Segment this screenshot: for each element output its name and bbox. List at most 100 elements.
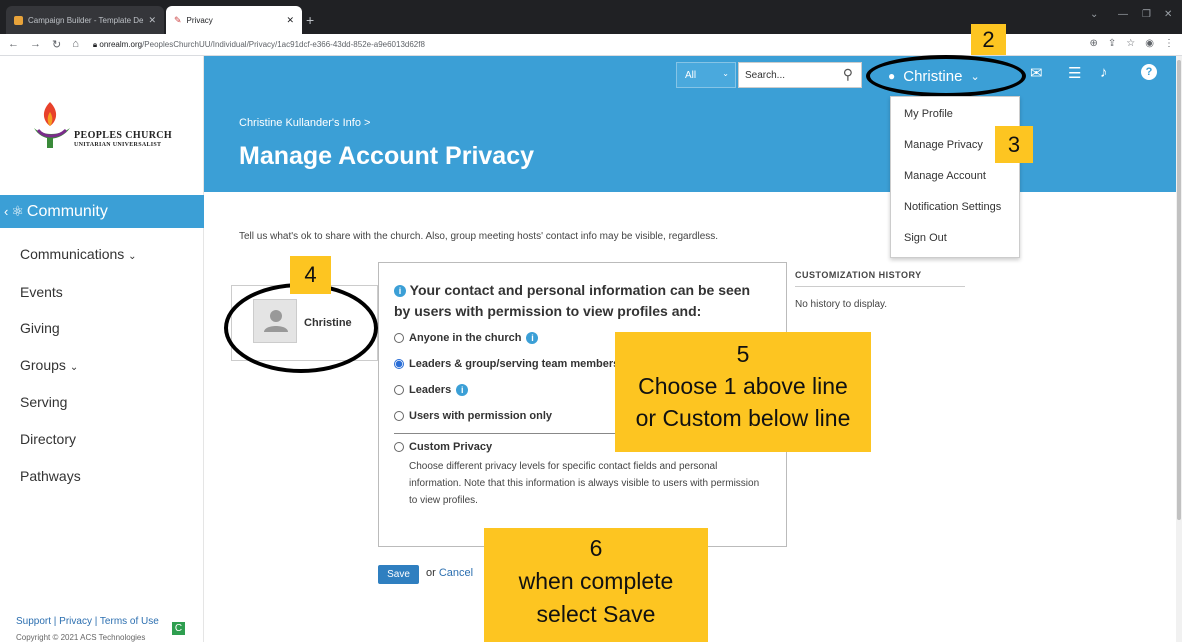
privacy-option-leaders-groups[interactable]: Leaders & group/serving team members: [394, 358, 619, 370]
sidebar-item-directory[interactable]: Directory: [20, 431, 76, 447]
breadcrumb[interactable]: Christine Kullander's Info >: [239, 117, 370, 129]
annotation-line: Choose 1 above line: [638, 373, 848, 399]
annotation-number: 6: [589, 535, 603, 561]
church-logo[interactable]: PEOPLES CHURCH UNITARIAN UNIVERSALIST: [30, 98, 180, 156]
forward-icon[interactable]: →: [30, 38, 41, 51]
annotation-circle-user-menu: [866, 55, 1026, 97]
radio-button[interactable]: [394, 442, 404, 452]
annotation-step-4: 4: [290, 256, 331, 294]
community-atom-icon: ⚛: [11, 203, 24, 219]
annotation-line: or Custom below line: [635, 405, 851, 431]
search-icon[interactable]: ⚲: [843, 66, 853, 83]
url-host: onrealm.org: [99, 39, 143, 49]
tab-search-icon[interactable]: ⌄: [1090, 9, 1098, 20]
back-icon[interactable]: ←: [8, 38, 19, 51]
radio-button[interactable]: [394, 411, 404, 421]
scrollbar-thumb[interactable]: [1177, 60, 1181, 520]
help-icon[interactable]: ?: [1141, 64, 1157, 80]
menu-item-manage-privacy[interactable]: Manage Privacy: [904, 139, 983, 151]
browser-tab-campaign-builder[interactable]: Campaign Builder - Template De ✕: [6, 6, 164, 34]
close-tab-icon[interactable]: ✕: [286, 15, 294, 26]
reload-icon[interactable]: ↻: [52, 38, 61, 51]
privacy-option-anyone[interactable]: Anyone in the church i: [394, 332, 539, 344]
menu-item-notification-settings[interactable]: Notification Settings: [904, 201, 1001, 213]
radio-button[interactable]: [394, 385, 404, 395]
chevron-down-icon: ⌄: [69, 362, 79, 373]
privacy-favicon-icon: ✎: [174, 14, 182, 25]
pathway-icon[interactable]: ♪: [1100, 64, 1108, 81]
custom-privacy-description: Choose different privacy levels for spec…: [409, 461, 760, 506]
privacy-heading-text: Your contact and personal information ca…: [394, 282, 751, 319]
sidebar-section-community[interactable]: ‹ ⚛ Community: [0, 195, 204, 228]
info-icon[interactable]: i: [456, 384, 469, 396]
sidebar-item-label: Communications: [20, 246, 125, 262]
annotation-circle-profile: [224, 283, 378, 373]
menu-item-manage-account[interactable]: Manage Account: [904, 170, 986, 182]
extension-icon[interactable]: ◉: [1145, 38, 1154, 49]
mail-icon[interactable]: ✉: [1030, 64, 1043, 82]
or-text: or: [426, 567, 436, 579]
list-icon[interactable]: ☰: [1068, 64, 1081, 82]
sidebar-item-label: Events: [20, 284, 63, 300]
close-tab-icon[interactable]: ✕: [148, 15, 156, 26]
tab-label: Campaign Builder - Template De: [28, 15, 144, 25]
url-field[interactable]: 🔒︎ onrealm.org/PeoplesChurchUU/Individua…: [93, 40, 425, 50]
menu-item-my-profile[interactable]: My Profile: [904, 108, 953, 120]
sidebar-item-pathways[interactable]: Pathways: [20, 468, 81, 484]
sidebar-item-groups[interactable]: Groups ⌄: [20, 357, 78, 373]
zoom-icon[interactable]: ⊕: [1090, 38, 1098, 49]
history-title: CUSTOMIZATION HISTORY: [795, 270, 922, 280]
bookmark-star-icon[interactable]: ☆: [1126, 38, 1135, 49]
browser-tab-privacy[interactable]: ✎ Privacy ✕: [166, 6, 302, 34]
footer-links[interactable]: Support | Privacy | Terms of Use: [16, 616, 159, 627]
privacy-option-custom[interactable]: Custom Privacy: [394, 441, 492, 453]
privacy-option-leaders[interactable]: Leaders i: [394, 384, 469, 396]
restore-icon[interactable]: ❐: [1142, 9, 1151, 20]
annotation-line: select Save: [536, 601, 656, 627]
share-icon[interactable]: ⇪: [1108, 38, 1116, 49]
chat-badge-icon[interactable]: C: [172, 622, 185, 635]
sidebar-item-giving[interactable]: Giving: [20, 320, 60, 336]
annotation-step-3: 3: [995, 126, 1033, 163]
sidebar-item-serving[interactable]: Serving: [20, 394, 67, 410]
search-input[interactable]: Search... ⚲: [738, 62, 862, 88]
url-path: /PeoplesChurchUU/Individual/Privacy/1ac9…: [142, 39, 425, 49]
cancel-link[interactable]: Cancel: [439, 567, 473, 579]
option-label: Custom Privacy: [409, 441, 493, 453]
option-label: Users with permission only: [409, 410, 553, 422]
logo-name: PEOPLES CHURCH: [74, 130, 173, 141]
minimize-icon[interactable]: —: [1118, 9, 1128, 20]
annotation-step-6: 6 when complete select Save: [484, 528, 708, 642]
privacy-option-permission-only[interactable]: Users with permission only: [394, 410, 552, 422]
option-label: Anyone in the church: [409, 332, 522, 344]
close-window-icon[interactable]: ✕: [1164, 9, 1172, 20]
info-icon[interactable]: i: [526, 332, 539, 344]
logo-subtitle: UNITARIAN UNIVERSALIST: [74, 142, 162, 148]
search-placeholder: Search...: [745, 69, 786, 81]
sidebar-item-label: Groups: [20, 357, 66, 373]
home-icon[interactable]: ⌂: [72, 38, 79, 51]
user-dropdown-menu: My Profile Manage Privacy Manage Account…: [890, 96, 1020, 258]
sidebar-item-communications[interactable]: Communications ⌄: [20, 246, 137, 262]
back-chevron-icon: ‹: [4, 204, 9, 219]
annotation-step-2: 2: [971, 24, 1006, 55]
history-divider: [795, 286, 965, 287]
save-button[interactable]: Save: [378, 565, 419, 584]
sidebar-section-label: Community: [26, 202, 108, 220]
info-icon: i: [394, 285, 406, 298]
sidebar-item-label: Pathways: [20, 468, 81, 484]
search-scope-value: All: [685, 69, 697, 81]
menu-dots-icon[interactable]: ⋮: [1164, 38, 1174, 49]
annotation-step-5: 5 Choose 1 above line or Custom below li…: [615, 332, 871, 452]
radio-button-selected[interactable]: [394, 359, 404, 369]
radio-button[interactable]: [394, 333, 404, 343]
annotation-number: 5: [736, 341, 750, 367]
sidebar-item-label: Serving: [20, 394, 68, 410]
sidebar-item-label: Directory: [20, 431, 77, 447]
history-empty-text: No history to display.: [795, 299, 888, 310]
tab-label: Privacy: [186, 15, 213, 25]
search-scope-select[interactable]: All ⌄: [676, 62, 736, 88]
menu-item-sign-out[interactable]: Sign Out: [904, 232, 947, 244]
sidebar-item-events[interactable]: Events: [20, 284, 63, 300]
new-tab-button[interactable]: +: [306, 12, 314, 28]
